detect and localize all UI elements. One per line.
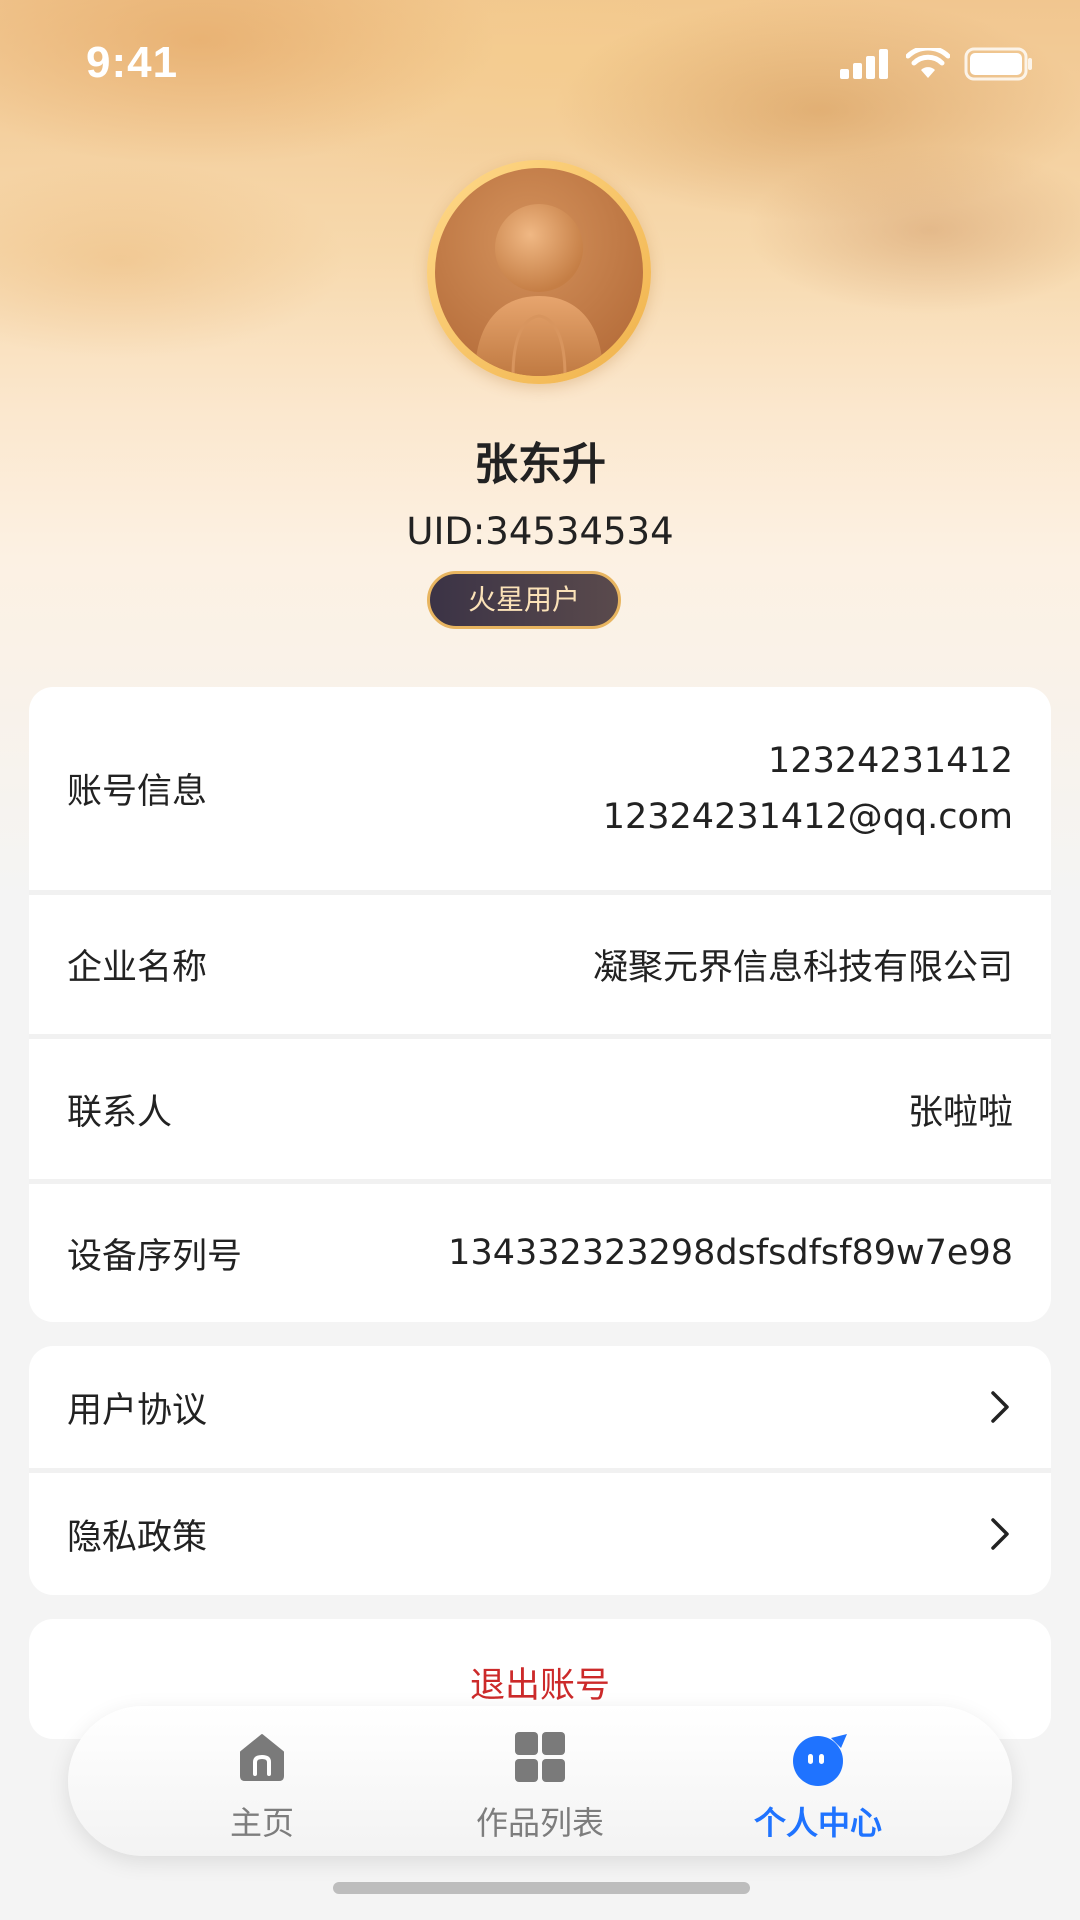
tab-works-list[interactable]: 作品列表 [415, 1706, 665, 1856]
battery-icon [964, 47, 1032, 81]
company-label: 企业名称 [67, 948, 208, 988]
grid-icon [513, 1730, 567, 1784]
user-uid: UID:34534534 [406, 510, 674, 553]
avatar-image [435, 168, 643, 376]
user-figure-icon [475, 204, 603, 376]
privacy-policy-label: 隐私政策 [67, 1517, 208, 1558]
status-bar: 9:41 [0, 0, 1080, 130]
device-serial-value: 134332323298dsfsdfsf89w7e98 [448, 1233, 1013, 1273]
wifi-icon [906, 48, 950, 78]
contact-label: 联系人 [67, 1092, 173, 1133]
contact-value: 张啦啦 [907, 1092, 1013, 1133]
tab-home-label: 主页 [229, 1804, 294, 1842]
chevron-right-icon [987, 1389, 1013, 1425]
user-name: 张东升 [474, 439, 606, 490]
avatar[interactable] [427, 160, 651, 384]
profile-chat-icon [791, 1730, 847, 1786]
device-row: 设备序列号 134332323298dsfsdfsf89w7e98 [29, 1184, 1051, 1322]
account-info-values: 12324231412 12324231412@qq.com [603, 741, 1013, 837]
bottom-tab-bar: 主页 作品列表 个人中心 [68, 1706, 1012, 1856]
company-row: 企业名称 凝聚元界信息科技有限公司 [29, 895, 1051, 1034]
account-phone: 12324231412 [768, 740, 1013, 781]
tab-works-list-label: 作品列表 [475, 1804, 604, 1842]
company-value: 凝聚元界信息科技有限公司 [592, 948, 1013, 988]
home-icon [235, 1730, 289, 1784]
account-info-card: 账号信息 12324231412 12324231412@qq.com 企业名称… [29, 687, 1051, 1322]
tab-home[interactable]: 主页 [137, 1706, 387, 1856]
user-agreement-label: 用户协议 [67, 1390, 208, 1431]
signal-icon [840, 49, 888, 79]
device-label: 设备序列号 [67, 1236, 243, 1277]
logout-label: 退出账号 [469, 1666, 610, 1706]
status-time: 9:41 [86, 38, 179, 87]
tab-profile-label: 个人中心 [753, 1804, 882, 1842]
membership-badge: 火星用户 [427, 571, 621, 629]
contact-row: 联系人 张啦啦 [29, 1039, 1051, 1179]
account-info-row: 账号信息 12324231412 12324231412@qq.com [29, 687, 1051, 890]
status-icons [840, 46, 1034, 82]
tab-profile[interactable]: 个人中心 [693, 1706, 943, 1856]
account-email: 12324231412@qq.com [602, 796, 1013, 837]
home-indicator[interactable] [333, 1882, 750, 1894]
user-agreement-row[interactable]: 用户协议 [29, 1346, 1051, 1468]
account-info-label: 账号信息 [67, 772, 208, 812]
chevron-right-icon [987, 1516, 1013, 1552]
links-card: 用户协议 隐私政策 [29, 1346, 1051, 1595]
privacy-policy-row[interactable]: 隐私政策 [29, 1473, 1051, 1595]
